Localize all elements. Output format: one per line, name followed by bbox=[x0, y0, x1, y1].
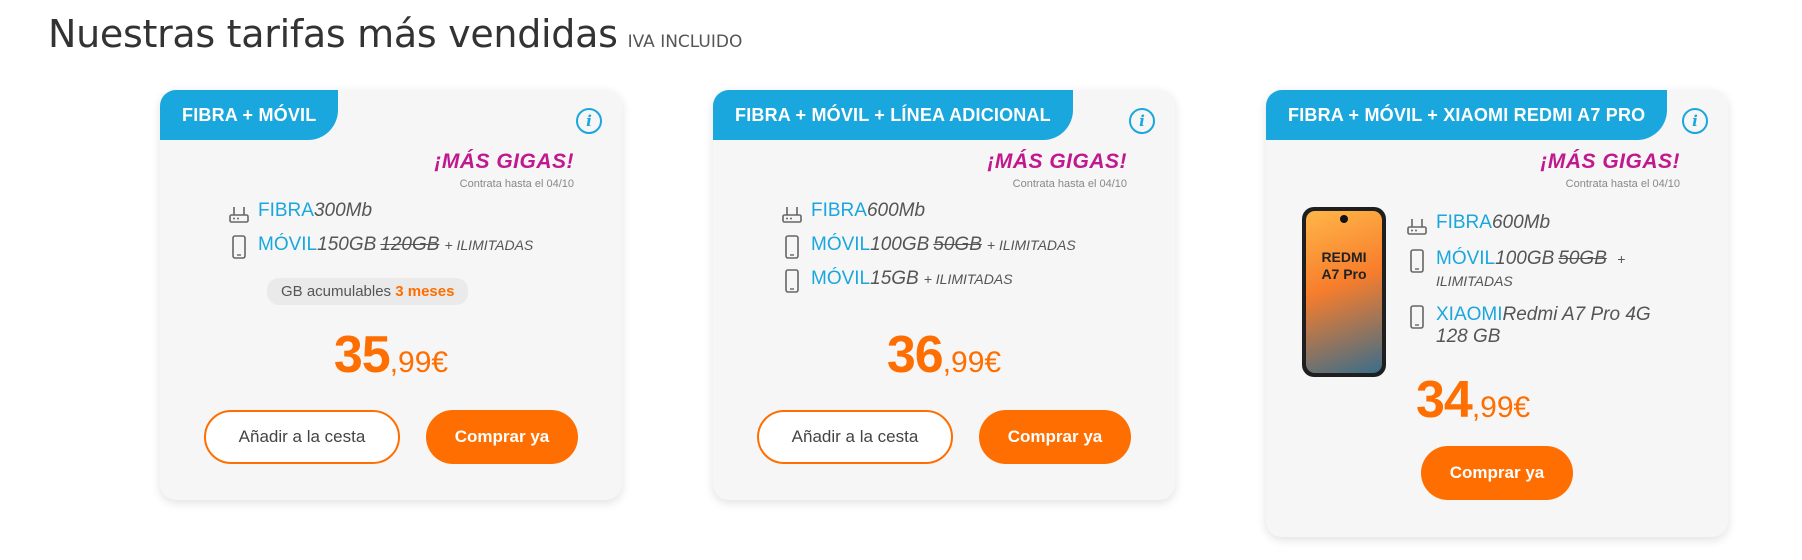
buy-now-button[interactable]: Comprar ya bbox=[979, 410, 1131, 464]
feature-label: FIBRA bbox=[1436, 212, 1492, 233]
router-icon bbox=[229, 207, 249, 223]
info-icon[interactable]: i bbox=[576, 108, 602, 134]
phone-image: REDMI A7 Pro bbox=[1302, 207, 1386, 377]
add-to-cart-button[interactable]: Añadir a la cesta bbox=[204, 410, 400, 464]
feature-label: MÓVIL bbox=[811, 268, 871, 289]
accumulable-text: GB acumulables bbox=[281, 283, 392, 300]
price-decimal: ,99€ bbox=[942, 346, 1002, 379]
router-icon bbox=[1407, 219, 1427, 235]
feature-label: FIBRA bbox=[811, 200, 867, 221]
promo-deadline: Contrata hasta el 04/10 bbox=[459, 178, 574, 190]
feature-value: 15GB bbox=[870, 268, 919, 289]
price: 34,99€ bbox=[1416, 370, 1530, 430]
promo-deadline: Contrata hasta el 04/10 bbox=[1565, 178, 1680, 190]
phone-image-text: REDMI A7 Pro bbox=[1321, 249, 1367, 282]
feature-extra: + ILIMITADAS bbox=[986, 237, 1076, 253]
price-integer: 36 bbox=[886, 326, 944, 384]
tariff-tag: FIBRA + MÓVIL + XIAOMI REDMI A7 PRO bbox=[1266, 90, 1668, 140]
phone-icon bbox=[232, 235, 246, 259]
promo-block: ¡MÁS GIGAS! Contrata hasta el 04/10 bbox=[434, 150, 574, 190]
price-decimal: ,99€ bbox=[389, 346, 449, 379]
promo-block: ¡MÁS GIGAS! Contrata hasta el 04/10 bbox=[987, 150, 1127, 190]
promo-title: ¡MÁS GIGAS! bbox=[434, 150, 574, 173]
feature-list: FIBRA300Mb MÓVIL150GB 120GB + ILIMITADAS bbox=[228, 200, 533, 268]
phone-icon bbox=[1410, 305, 1424, 329]
price: 35,99€ bbox=[160, 325, 622, 385]
feature-old-value: 50GB bbox=[933, 234, 982, 255]
feature-list: FIBRA600Mb MÓVIL100GB 50GB + ILIMITADAS MÓ… bbox=[781, 200, 1076, 302]
section-title: Nuestras tarifas más vendidas bbox=[48, 12, 618, 56]
router-icon bbox=[782, 207, 802, 223]
promo-block: ¡MÁS GIGAS! Contrata hasta el 04/10 bbox=[1540, 150, 1680, 190]
accumulable-highlight: 3 meses bbox=[395, 283, 455, 300]
price-integer: 35 bbox=[333, 326, 391, 384]
feature-value: 100GB bbox=[1495, 248, 1555, 269]
info-icon[interactable]: i bbox=[1129, 108, 1155, 134]
feature-old-value: 120GB bbox=[380, 234, 440, 255]
feature-label: XIAOMI bbox=[1436, 304, 1503, 325]
feature-fibra: FIBRA600Mb bbox=[1406, 212, 1666, 236]
feature-value: 300Mb bbox=[313, 200, 373, 221]
feature-value: 100GB bbox=[870, 234, 930, 255]
feature-label: MÓVIL bbox=[258, 234, 318, 255]
tariff-card-fibra-movil-linea: FIBRA + MÓVIL + LÍNEA ADICIONAL i ¡MÁS G… bbox=[713, 90, 1175, 500]
phone-icon bbox=[785, 235, 799, 259]
info-icon[interactable]: i bbox=[1682, 108, 1708, 134]
feature-fibra: FIBRA300Mb bbox=[228, 200, 533, 224]
feature-value: 600Mb bbox=[866, 200, 926, 221]
feature-movil-additional: MÓVIL15GB + ILIMITADAS bbox=[781, 268, 1076, 293]
feature-old-value: 50GB bbox=[1558, 248, 1607, 269]
tariff-tag: FIBRA + MÓVIL + LÍNEA ADICIONAL bbox=[713, 90, 1073, 140]
promo-title: ¡MÁS GIGAS! bbox=[1540, 150, 1680, 173]
feature-value: 600Mb bbox=[1491, 212, 1551, 233]
feature-label: MÓVIL bbox=[1436, 248, 1496, 269]
tariff-card-fibra-movil-xiaomi: FIBRA + MÓVIL + XIAOMI REDMI A7 PRO i ¡M… bbox=[1266, 90, 1728, 537]
price-integer: 34 bbox=[1416, 371, 1473, 429]
feature-extra: + ILIMITADAS bbox=[444, 237, 534, 253]
feature-list: FIBRA600Mb MÓVIL100GB 50GB + ILIMITADAS X… bbox=[1406, 212, 1666, 360]
add-to-cart-button[interactable]: Añadir a la cesta bbox=[757, 410, 953, 464]
feature-movil: MÓVIL150GB 120GB + ILIMITADAS bbox=[228, 234, 534, 259]
promo-deadline: Contrata hasta el 04/10 bbox=[1012, 178, 1127, 190]
tariff-card-fibra-movil: FIBRA + MÓVIL i ¡MÁS GIGAS! Contrata has… bbox=[160, 90, 622, 500]
feature-extra: + ILIMITADAS bbox=[923, 271, 1013, 287]
buy-now-button[interactable]: Comprar ya bbox=[426, 410, 578, 464]
feature-device: XIAOMIRedmi A7 Pro 4G 128 GB bbox=[1406, 304, 1666, 348]
feature-label: FIBRA bbox=[258, 200, 314, 221]
section-header: Nuestras tarifas más vendidas IVA INCLUI… bbox=[48, 12, 742, 56]
feature-fibra: FIBRA600Mb bbox=[781, 200, 1076, 224]
price-decimal: ,99€ bbox=[1471, 391, 1531, 424]
feature-movil: MÓVIL100GB 50GB + ILIMITADAS bbox=[1406, 248, 1666, 292]
vat-included-label: IVA INCLUIDO bbox=[627, 32, 743, 52]
promo-title: ¡MÁS GIGAS! bbox=[987, 150, 1127, 173]
buy-now-button[interactable]: Comprar ya bbox=[1421, 446, 1573, 500]
accumulable-badge: GB acumulables 3 meses bbox=[267, 278, 469, 305]
feature-label: MÓVIL bbox=[811, 234, 871, 255]
tariff-tag: FIBRA + MÓVIL bbox=[160, 90, 339, 140]
phone-icon bbox=[785, 269, 799, 293]
feature-movil: MÓVIL100GB 50GB + ILIMITADAS bbox=[781, 234, 1076, 259]
phone-icon bbox=[1410, 249, 1424, 273]
price: 36,99€ bbox=[713, 325, 1175, 385]
feature-value: 150GB bbox=[317, 234, 377, 255]
